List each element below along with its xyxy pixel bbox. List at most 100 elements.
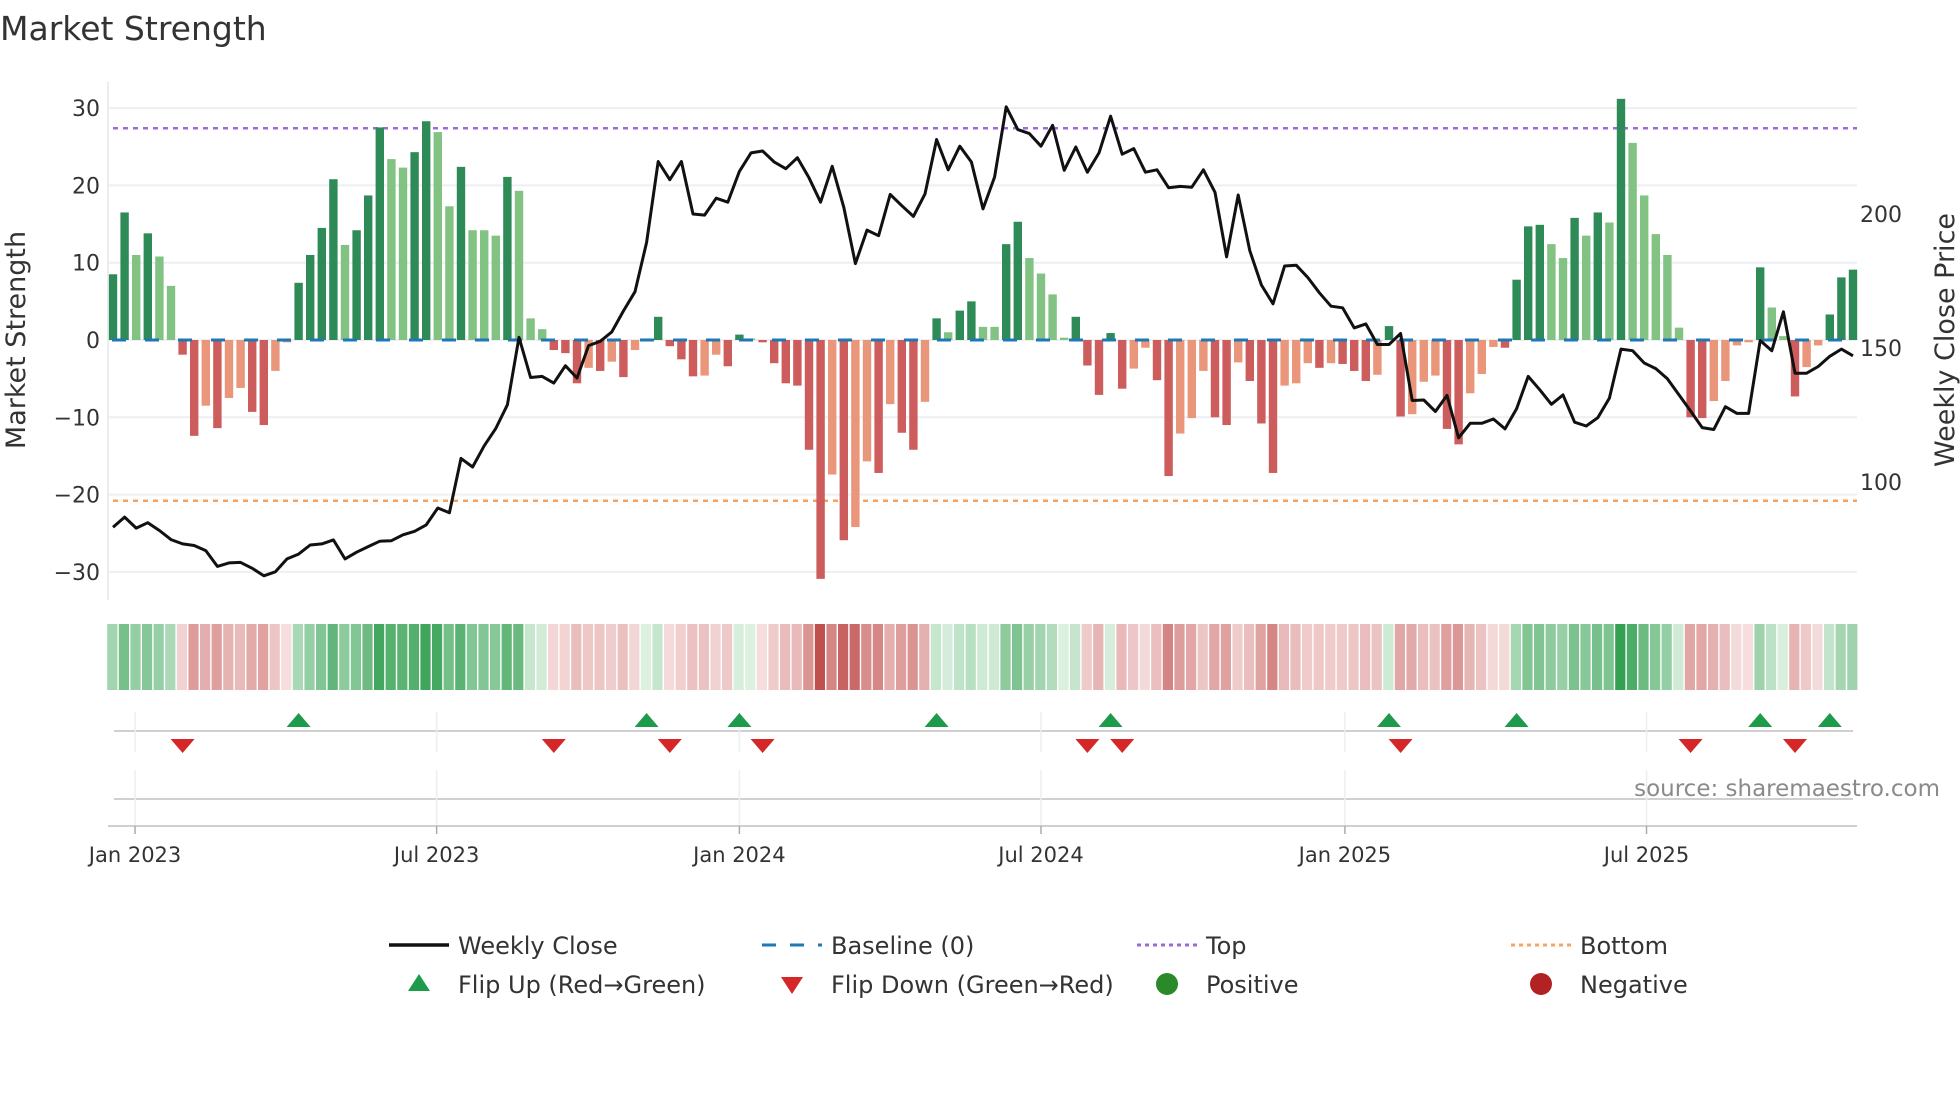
legend-label: Negative xyxy=(1580,971,1688,999)
flip-down-marker xyxy=(657,739,682,753)
heat-cell xyxy=(1371,624,1382,690)
strength-bar xyxy=(503,176,512,340)
x-tick-label: Jan 2024 xyxy=(691,843,786,867)
strength-bar xyxy=(851,340,860,528)
heat-cell xyxy=(1336,624,1347,690)
y2-tick-label: 200 xyxy=(1860,203,1902,228)
heat-cell xyxy=(664,624,675,690)
strength-bar xyxy=(538,329,547,340)
strength-bar xyxy=(1152,340,1162,381)
legend-item: Positive xyxy=(1156,971,1299,999)
strength-bar xyxy=(1837,277,1846,340)
strength-bar xyxy=(201,340,210,406)
heat-cell xyxy=(1162,624,1173,690)
heat-cell xyxy=(246,624,257,690)
strength-bar xyxy=(1756,267,1765,340)
heat-cell xyxy=(1545,624,1556,690)
strength-bar xyxy=(271,340,280,371)
legend-item: Flip Down (Green→Red) xyxy=(781,971,1114,999)
heat-cell xyxy=(791,624,802,690)
heat-cell xyxy=(768,624,779,690)
heat-cell xyxy=(884,624,895,690)
heat-cell xyxy=(722,624,733,690)
heat-cell xyxy=(861,624,872,690)
y2-axis-label: Weekly Close Price xyxy=(1930,213,1960,467)
y-tick-label: 20 xyxy=(72,174,100,199)
heat-cell xyxy=(965,624,976,690)
legend-item: Top xyxy=(1137,932,1247,960)
strength-bar xyxy=(108,274,118,340)
heat-cell xyxy=(165,624,176,690)
x-tick-label: Jul 2024 xyxy=(996,843,1083,867)
strength-bar xyxy=(375,127,384,340)
strength-bar xyxy=(874,340,883,473)
heat-cell xyxy=(153,624,164,690)
legend-circle-icon xyxy=(1156,973,1178,995)
heat-cell xyxy=(930,624,941,690)
flip-up-marker xyxy=(1504,713,1529,727)
heat-cell xyxy=(1244,624,1255,690)
heat-cell xyxy=(745,624,756,690)
flip-up-marker xyxy=(924,713,949,727)
legend-label: Flip Down (Green→Red) xyxy=(831,971,1114,999)
heat-cell xyxy=(513,624,524,690)
flip-down-marker xyxy=(750,739,775,753)
heat-cell xyxy=(896,624,907,690)
strength-bar xyxy=(1524,226,1533,340)
strength-bar xyxy=(1292,340,1301,384)
heat-cell xyxy=(1023,624,1034,690)
strength-bar xyxy=(259,340,268,426)
heat-cell xyxy=(1603,624,1614,690)
strength-bar xyxy=(1419,340,1428,382)
market-strength-chart: Market Strength 3020100−10−20−3020015010… xyxy=(0,9,1960,999)
y-tick-label: −30 xyxy=(54,561,100,586)
heat-cell xyxy=(420,624,431,690)
flip-up-marker xyxy=(1377,713,1401,727)
strength-bar xyxy=(480,230,489,340)
strength-bar xyxy=(1280,340,1289,386)
heat-cell xyxy=(316,624,327,690)
heat-cell xyxy=(130,624,141,690)
flip-up-marker xyxy=(286,713,311,727)
strength-bar xyxy=(387,159,396,340)
strength-bar xyxy=(398,167,408,340)
heat-cell xyxy=(1754,624,1765,690)
strength-bar xyxy=(468,230,477,340)
strength-bar xyxy=(248,340,257,412)
strength-bar xyxy=(1036,273,1046,340)
strength-bar xyxy=(688,340,698,377)
heat-cell xyxy=(1580,624,1591,690)
heat-cell xyxy=(1476,624,1487,690)
heat-cell xyxy=(1278,624,1289,690)
flip-down-marker xyxy=(1110,739,1135,753)
strength-bar xyxy=(456,166,466,340)
heat-cell xyxy=(1000,624,1011,690)
heat-cell xyxy=(838,624,849,690)
heat-cell xyxy=(1116,624,1127,690)
heat-cell xyxy=(107,624,118,690)
legend-label: Bottom xyxy=(1580,932,1668,960)
strength-bar xyxy=(364,195,373,340)
strength-bar xyxy=(1640,195,1649,340)
strength-bar xyxy=(932,318,941,340)
heat-cell xyxy=(1348,624,1359,690)
x-tick-label: Jan 2023 xyxy=(87,843,182,867)
legend-item: Weekly Close xyxy=(389,932,618,960)
strength-bar xyxy=(1025,258,1034,340)
strength-bar xyxy=(1825,314,1834,340)
heat-cell xyxy=(443,624,454,690)
heat-cell xyxy=(548,624,559,690)
strength-bar xyxy=(1071,316,1080,340)
heat-cell xyxy=(710,624,721,690)
strength-bar xyxy=(1848,269,1858,340)
heat-cell xyxy=(536,624,547,690)
heat-cell xyxy=(501,624,512,690)
strength-bar xyxy=(758,340,767,343)
heat-cell xyxy=(1742,624,1753,690)
heat-strip xyxy=(107,624,1858,690)
heat-cell xyxy=(1441,624,1452,690)
strength-bar xyxy=(1361,340,1370,381)
heat-cell xyxy=(1406,624,1417,690)
strength-bar xyxy=(920,340,930,402)
strength-bar xyxy=(1802,340,1811,368)
